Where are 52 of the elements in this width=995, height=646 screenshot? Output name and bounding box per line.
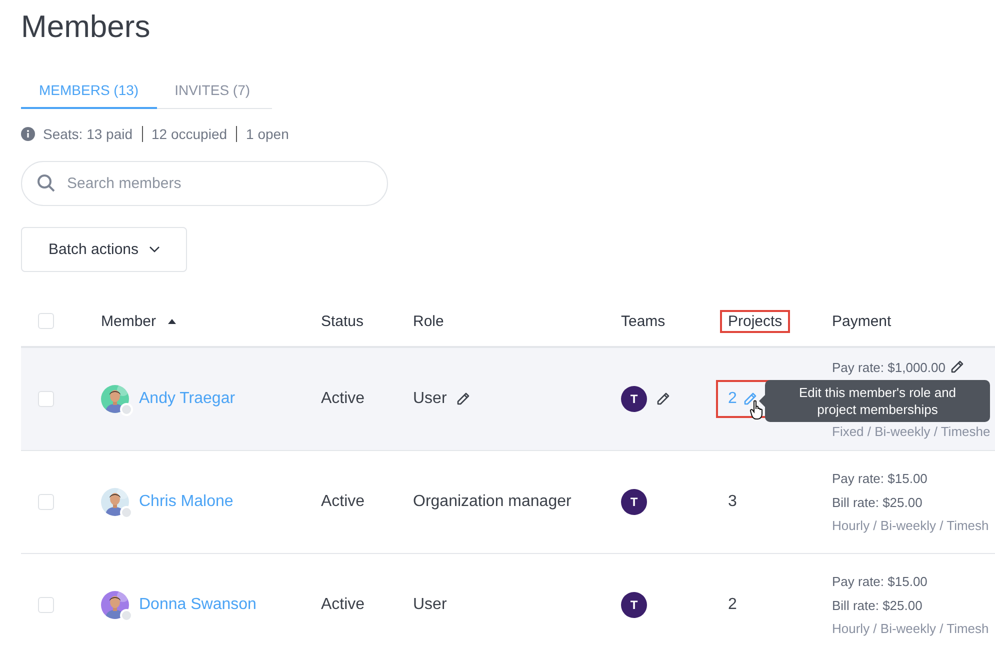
payment-text: Pay rate: $1,000.00 (832, 360, 946, 374)
info-icon (21, 127, 35, 141)
row-checkbox[interactable] (38, 597, 54, 613)
seat-count: 12 occupied (142, 126, 236, 142)
column-header[interactable]: Status (313, 310, 372, 332)
payment-text: Hourly / Bi-weekly / Timesh (832, 621, 989, 636)
seat-count: Seats: 13 paid (43, 126, 134, 142)
role-text: User (413, 596, 447, 614)
status-text: Active (321, 390, 365, 407)
team-avatar[interactable]: T (621, 386, 647, 412)
payment-text: Pay rate: $15.00 (832, 471, 928, 486)
table-row[interactable]: Donna Swanson Active User T 2 Pay rate: $15.00 Bill rate: $25.00 Hourly / Bi-weekly / Timesh (21, 554, 995, 646)
project-count: 2 (728, 390, 737, 408)
search-field[interactable]: Search members (21, 161, 388, 206)
tooltip: Edit this member's role and project memberships (759, 380, 990, 422)
hand-cursor-icon (750, 400, 764, 420)
status-dot (120, 403, 133, 416)
payment-text: Bill rate: $25.00 (832, 494, 922, 510)
pencil-icon[interactable] (949, 359, 966, 375)
role-text: User (413, 390, 447, 408)
pencil-icon[interactable] (454, 391, 471, 407)
column-header[interactable]: Member (93, 310, 164, 332)
row-checkbox[interactable] (38, 494, 54, 510)
pencil-icon[interactable] (742, 391, 758, 407)
chevron-down-icon (148, 246, 160, 253)
payment-text: Pay rate: $15.00 (832, 574, 928, 589)
payment-text: Bill rate: $25.00 (832, 598, 922, 612)
column-header[interactable]: Projects (720, 310, 790, 332)
search-icon (37, 174, 55, 192)
status-text: Active (321, 596, 365, 613)
payment-text: Hourly / Bi-weekly / Timesh (832, 518, 989, 533)
seat-count: 1 open (236, 126, 298, 142)
row-checkbox[interactable] (38, 391, 54, 407)
team-avatar[interactable]: T (621, 489, 647, 515)
select-all-checkbox[interactable] (38, 313, 54, 329)
status-text: Active (321, 493, 365, 510)
column-header[interactable]: Payment (824, 310, 900, 332)
status-dot (120, 506, 133, 519)
projects-cell[interactable]: 3 (716, 483, 749, 521)
projects-cell[interactable]: 2 (716, 586, 749, 624)
pencil-icon[interactable] (655, 391, 671, 407)
batch-actions-dropdown[interactable]: Batch actions (21, 227, 187, 272)
page-title: Members (21, 8, 152, 46)
status-dot (120, 609, 133, 622)
project-count: 2 (728, 596, 737, 614)
table-row[interactable]: Chris Malone Active Organization manager T 3 Pay rate: $15.00 Bill rate: $25.00 Hourly / Bi-weekly / Timesh (21, 451, 995, 554)
project-count: 3 (728, 493, 737, 511)
payment-text: Fixed / Bi-weekly / Timeshe (832, 424, 990, 439)
team-avatar[interactable]: T (621, 592, 647, 618)
role-text: Organization manager (413, 493, 572, 511)
column-header[interactable]: Teams (613, 310, 674, 332)
column-header[interactable]: Role (405, 310, 452, 332)
